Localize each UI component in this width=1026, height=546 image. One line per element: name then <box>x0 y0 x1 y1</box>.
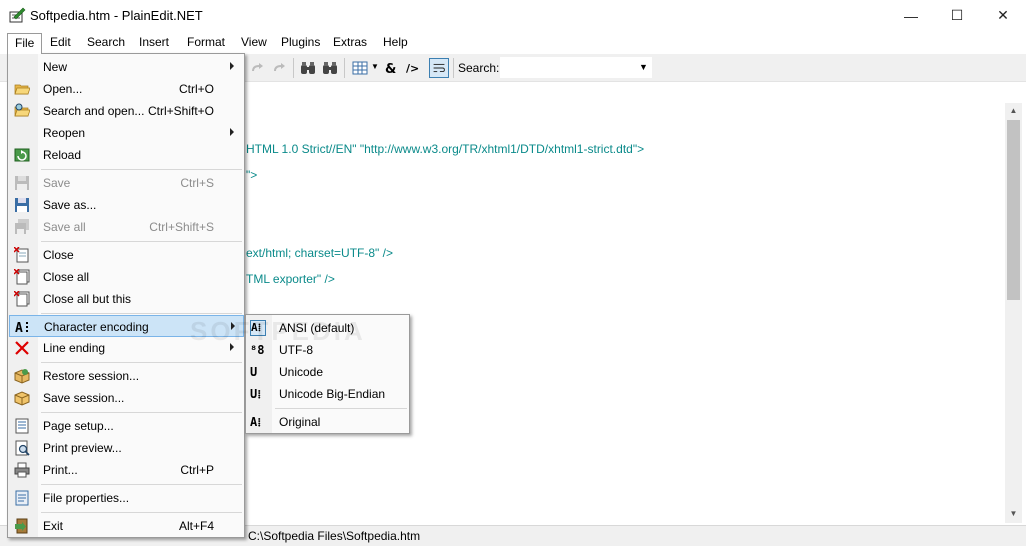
line-ending-icon <box>15 341 29 355</box>
menu-edit[interactable]: Edit <box>43 33 78 51</box>
minimize-button[interactable]: — <box>888 0 934 31</box>
menu-item-save[interactable]: Save Ctrl+S <box>9 172 244 194</box>
folder-search-icon <box>14 103 30 117</box>
menu-help[interactable]: Help <box>376 33 415 51</box>
menu-item-save-session[interactable]: Save session... <box>9 387 244 409</box>
save-all-icon <box>15 219 29 234</box>
scroll-down-icon[interactable]: ▼ <box>1005 506 1022 522</box>
search-dropdown-icon[interactable]: ▼ <box>639 62 648 72</box>
menu-item-restore-session[interactable]: Restore session... <box>9 365 244 387</box>
menu-item-print[interactable]: Print... Ctrl+P <box>9 459 244 481</box>
code-line: HTML 1.0 Strict//EN" "http://www.w3.org/… <box>246 142 645 156</box>
menu-item-open[interactable]: Open... Ctrl+O <box>9 78 244 100</box>
save-icon <box>15 176 29 190</box>
submenu-arrow-icon <box>230 128 234 136</box>
menu-separator <box>41 512 242 513</box>
word-wrap-icon[interactable] <box>429 58 449 78</box>
file-menu-dropdown: New Open... Ctrl+O Search and open... Ctrl… <box>7 53 245 538</box>
menu-item-reload[interactable]: Reload <box>9 144 244 166</box>
redo-all-icon[interactable] <box>271 60 287 76</box>
menu-insert[interactable]: Insert <box>132 33 176 51</box>
menu-view[interactable]: View <box>234 33 274 51</box>
close-doc-icon <box>14 247 29 263</box>
menu-separator <box>275 408 407 409</box>
menu-item-save-all[interactable]: Save all Ctrl+Shift+S <box>9 216 244 238</box>
scrollbar-thumb[interactable] <box>1007 120 1020 300</box>
encoding-item-unicode[interactable]: U Unicode <box>247 361 409 383</box>
print-preview-icon <box>15 440 30 456</box>
menu-separator <box>41 241 242 242</box>
print-icon <box>14 462 30 478</box>
save-session-icon <box>14 391 30 406</box>
menu-separator <box>41 362 242 363</box>
svg-text:&: & <box>385 62 396 76</box>
menu-item-page-setup[interactable]: Page setup... <box>9 415 244 437</box>
menu-separator <box>41 484 242 485</box>
page-setup-icon <box>15 418 29 434</box>
status-file-path: C:\Softpedia Files\Softpedia.htm <box>248 529 421 543</box>
encoding-item-unicode-big-endian[interactable]: U⁞ Unicode Big-Endian <box>247 383 409 405</box>
menu-item-reopen[interactable]: Reopen <box>9 122 244 144</box>
toolbar-separator <box>344 58 345 78</box>
menu-item-close-all-but-this[interactable]: Close all but this <box>9 288 244 310</box>
svg-text:/>: /> <box>406 62 419 75</box>
menu-format[interactable]: Format <box>180 33 232 51</box>
restore-session-icon <box>14 369 30 384</box>
find-icon[interactable] <box>300 60 316 76</box>
menu-item-file-properties[interactable]: File properties... <box>9 487 244 509</box>
menu-item-print-preview[interactable]: Print preview... <box>9 437 244 459</box>
menu-item-close-all[interactable]: Close all <box>9 266 244 288</box>
toolbar-separator <box>293 58 294 78</box>
encoding-item-original[interactable]: A⁞ Original <box>247 411 409 433</box>
search-label: Search: <box>458 61 500 75</box>
unicode-be-encoding-icon: U⁞ <box>250 387 262 401</box>
menu-item-exit[interactable]: Exit Alt+F4 <box>9 515 244 537</box>
menu-search[interactable]: Search <box>80 33 132 51</box>
menu-item-close[interactable]: Close <box>9 244 244 266</box>
close-all-icon <box>14 269 30 285</box>
table-dropdown-arrow-icon[interactable]: ▼ <box>371 62 379 71</box>
svg-text:A: A <box>15 321 23 335</box>
encoding-icon: A <box>15 321 28 335</box>
code-line: "> <box>246 168 258 182</box>
redo-icon[interactable] <box>249 60 265 76</box>
code-line: TML exporter" /> <box>246 272 335 286</box>
close-others-icon <box>14 291 30 307</box>
exit-icon <box>15 518 28 534</box>
code-line: ext/html; charset=UTF-8" /> <box>246 246 393 260</box>
find-replace-icon[interactable] <box>322 60 338 76</box>
reload-icon <box>14 148 30 162</box>
save-as-icon <box>15 198 29 212</box>
menu-item-save-as[interactable]: Save as... <box>9 194 244 216</box>
menu-plugins[interactable]: Plugins <box>274 33 327 51</box>
special-char-icon[interactable]: & <box>384 60 400 76</box>
app-icon <box>9 7 26 23</box>
maximize-button[interactable]: ☐ <box>934 0 980 31</box>
menu-extras[interactable]: Extras <box>326 33 374 51</box>
window-title: Softpedia.htm - PlainEdit.NET <box>30 8 203 23</box>
menu-item-new[interactable]: New <box>9 56 244 78</box>
menu-file[interactable]: File <box>7 33 43 54</box>
watermark: SOFTPEDIA <box>190 316 366 346</box>
submenu-arrow-icon <box>230 62 234 70</box>
file-properties-icon <box>15 490 29 506</box>
toolbar-separator <box>453 58 454 78</box>
close-button[interactable]: ✕ <box>980 0 1026 31</box>
original-encoding-icon: A⁞ <box>250 415 262 429</box>
search-input[interactable] <box>500 57 652 78</box>
menu-separator <box>41 313 242 314</box>
folder-open-icon <box>14 84 30 95</box>
menu-separator <box>41 169 242 170</box>
menu-item-search-and-open[interactable]: Search and open... Ctrl+Shift+O <box>9 100 244 122</box>
html-tag-icon[interactable]: /> <box>406 60 422 76</box>
menu-separator <box>41 412 242 413</box>
unicode-encoding-icon: U <box>250 365 258 379</box>
table-icon[interactable] <box>352 60 368 76</box>
scroll-up-icon[interactable]: ▲ <box>1005 103 1022 119</box>
